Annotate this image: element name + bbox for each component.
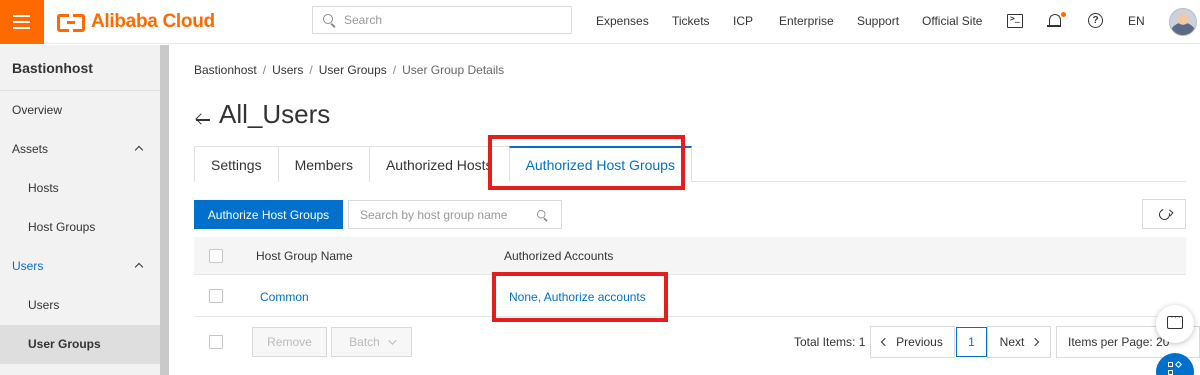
highlight-box-link	[492, 272, 668, 322]
column-header-host-group-name: Host Group Name	[256, 249, 353, 263]
breadcrumb-separator: /	[392, 63, 397, 77]
table-header: Host Group Name Authorized Accounts	[194, 237, 1186, 275]
chevron-up-icon	[134, 262, 144, 272]
nav-tickets[interactable]: Tickets	[672, 14, 710, 28]
hamburger-menu-icon[interactable]	[0, 0, 44, 44]
back-arrow-icon[interactable]	[194, 104, 212, 128]
chevron-right-icon	[1031, 337, 1040, 347]
sidebar-item-label: Hosts	[28, 181, 59, 195]
search-icon[interactable]	[536, 209, 548, 221]
avatar[interactable]	[1169, 8, 1197, 36]
sidebar-item-users[interactable]: Users	[0, 286, 160, 325]
tab-members[interactable]: Members	[277, 146, 370, 182]
help-icon[interactable]	[1087, 12, 1105, 30]
chat-icon	[1167, 311, 1183, 329]
nav-icp[interactable]: ICP	[733, 14, 753, 28]
global-search-input[interactable]	[344, 13, 544, 27]
host-group-name-link[interactable]: Common	[260, 290, 309, 304]
breadcrumb-separator: /	[309, 63, 313, 77]
breadcrumb-item[interactable]: Bastionhost	[194, 63, 257, 77]
nav-official-site[interactable]: Official Site	[922, 14, 982, 28]
host-group-search[interactable]	[348, 200, 562, 229]
refresh-icon	[1156, 206, 1173, 223]
sidebar-item-label: Users	[12, 259, 44, 273]
page-number-current[interactable]: 1	[956, 327, 987, 357]
sidebar-item-label: Users	[28, 298, 60, 312]
nav-enterprise[interactable]: Enterprise	[779, 14, 834, 28]
select-all-checkbox[interactable]	[209, 249, 223, 263]
breadcrumb-separator: /	[262, 63, 267, 77]
sidebar-item-label: Overview	[12, 103, 63, 117]
breadcrumb-item[interactable]: User Groups	[319, 63, 387, 77]
sidebar-title: Bastionhost	[0, 45, 160, 91]
alibaba-cloud-logo[interactable]: Alibaba Cloud	[57, 10, 215, 34]
brand-name: Alibaba Cloud	[91, 11, 215, 32]
notification-dot	[1061, 12, 1066, 17]
tab-settings[interactable]: Settings	[194, 146, 279, 182]
sidebar-item-users-group[interactable]: Users	[0, 247, 160, 286]
refresh-button[interactable]	[1142, 199, 1186, 229]
row-checkbox[interactable]	[209, 289, 223, 303]
sidebar-scrollbar[interactable]	[160, 45, 169, 375]
batch-dropdown-button[interactable]: Batch	[331, 327, 412, 357]
chevron-down-icon	[388, 336, 397, 345]
sidebar: Bastionhost Overview Assets Hosts Host G…	[0, 45, 160, 375]
chevron-left-icon	[880, 337, 890, 347]
language-switch[interactable]: EN	[1128, 14, 1145, 28]
host-group-search-input[interactable]	[360, 207, 530, 222]
chevron-up-icon	[134, 145, 144, 155]
page-title: All_Users	[219, 99, 331, 129]
search-icon	[323, 13, 336, 27]
breadcrumb-item[interactable]: Users	[272, 63, 303, 77]
sidebar-item-label: User Groups	[28, 337, 101, 351]
apps-icon	[1168, 360, 1183, 375]
logo-mark-icon	[57, 14, 85, 32]
highlight-box-tab	[488, 135, 685, 190]
authorize-host-groups-button[interactable]: Authorize Host Groups	[194, 200, 343, 229]
sidebar-item-assets[interactable]: Assets	[0, 130, 160, 169]
global-search[interactable]	[312, 6, 572, 34]
sidebar-item-label: Host Groups	[28, 220, 96, 234]
remove-button[interactable]: Remove	[252, 327, 327, 357]
sidebar-item-overview[interactable]: Overview	[0, 91, 160, 130]
sidebar-item-host-groups[interactable]: Host Groups	[0, 208, 160, 247]
terminal-icon[interactable]	[1006, 12, 1024, 30]
previous-page-button[interactable]: Previous	[870, 326, 955, 358]
items-per-page-label: Items per Page: 20	[1068, 335, 1170, 349]
footer-select-all-checkbox[interactable]	[209, 335, 223, 349]
table-row: Common None, Authorize accounts	[194, 276, 1186, 317]
breadcrumb: Bastionhost / Users / User Groups / User…	[194, 63, 504, 77]
nav-support[interactable]: Support	[857, 14, 899, 28]
top-navigation-bar: Alibaba Cloud Expenses Tickets ICP Enter…	[0, 0, 1200, 44]
batch-button-label: Batch	[349, 335, 380, 349]
next-label: Next	[999, 335, 1025, 349]
detail-tabs: Settings Members Authorized Hosts Author…	[194, 146, 1186, 182]
sidebar-item-hosts[interactable]: Hosts	[0, 169, 160, 208]
total-items: Total Items: 1	[794, 335, 866, 349]
next-page-button[interactable]: Next	[987, 326, 1051, 358]
sidebar-item-user-groups[interactable]: User Groups	[0, 325, 160, 364]
breadcrumb-current: User Group Details	[402, 63, 505, 77]
sidebar-item-label: Assets	[12, 142, 49, 156]
feedback-chat-button[interactable]	[1156, 305, 1194, 343]
previous-label: Previous	[896, 335, 943, 349]
nav-expenses[interactable]: Expenses	[596, 14, 649, 28]
column-header-authorized-accounts: Authorized Accounts	[504, 249, 614, 263]
